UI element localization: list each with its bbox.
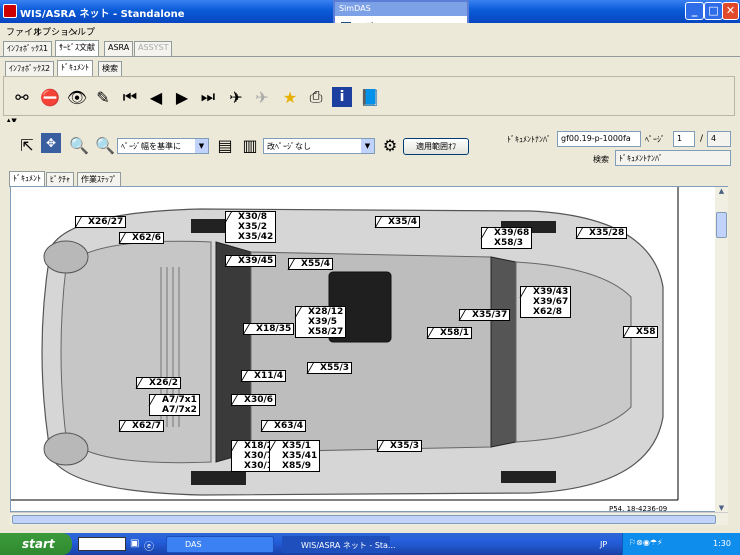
windshield <box>215 241 252 463</box>
rear-window <box>490 256 517 448</box>
fit-page-icon[interactable]: ✥ <box>41 133 61 153</box>
forward-icon: ✈ <box>255 87 269 107</box>
page-total-field: 4 <box>707 131 731 147</box>
single-page-icon[interactable]: ▤ <box>213 133 237 157</box>
tab-infobox2[interactable]: ｲﾝﾌｫﾎﾞｯｸｽ2 <box>5 61 55 76</box>
star-icon[interactable]: ★ <box>278 85 302 109</box>
zoom-out-icon[interactable]: 🔍 <box>67 133 91 157</box>
tab-view-picture[interactable]: ﾋﾟｸﾁｬ <box>46 172 74 187</box>
vertical-scrollbar[interactable]: ▲ ▼ <box>715 187 728 512</box>
first-page-icon[interactable]: ⏮ <box>118 85 142 109</box>
connector-label: X55/4 <box>288 258 334 270</box>
headlight <box>43 432 89 466</box>
menu-help[interactable]: ヘルプ <box>68 25 95 38</box>
connector-label: X35/1 X35/41 X85/9 <box>269 440 321 472</box>
tab-search[interactable]: 検索 <box>98 61 122 76</box>
app-icon <box>3 4 17 18</box>
connector-label: X30/8 X35/2 X35/42 <box>225 211 277 243</box>
connector-label: X58/1 <box>427 327 473 339</box>
connector-label: X11/4 <box>241 370 287 382</box>
popup-title: SimDAS <box>335 2 467 16</box>
tab-infobox1[interactable]: ｲﾝﾌｫﾎﾞｯｸｽ1 <box>3 41 53 56</box>
desktop-icon[interactable]: ▣ <box>130 538 139 549</box>
back-icon[interactable]: ✈ <box>224 85 248 109</box>
tab-asra[interactable]: ASRA <box>104 41 134 56</box>
doc-number-label: ﾄﾞｷｭﾒﾝﾄﾅﾝﾊﾞ <box>507 135 551 144</box>
tab-assyst: ASSYST <box>134 41 173 56</box>
viewer-toolbar: ⇱ ✥ 🔍 🔍 ﾍﾟｰｼﾞ幅を基準に ▼ ▤ ▥ 改ﾍﾟｰｼﾞなし ▼ ⚙ 適用範囲… <box>3 122 735 167</box>
chevron-down-icon: ▼ <box>361 139 374 153</box>
language-indicator[interactable]: JP <box>600 540 607 549</box>
connector-label: X62/7 <box>119 420 165 432</box>
horizontal-scrollbar[interactable] <box>10 512 728 525</box>
page-current-field[interactable]: 1 <box>673 131 695 147</box>
tab-view-document[interactable]: ﾄﾞｷｭﾒﾝﾄ <box>9 171 45 187</box>
main-toolbar: ⚯ ⛔ 👁 ✎ ⏮ ◀ ▶ ⏭ ✈ ✈ ★ ⎙ i 📘 <box>3 76 735 116</box>
connector-label: X39/68 X58/3 <box>481 227 533 249</box>
page-separator: / <box>700 134 704 144</box>
binoculars-icon[interactable]: ⚯ <box>10 85 34 109</box>
maximize-button[interactable]: □ <box>704 2 723 20</box>
headlight <box>43 240 89 274</box>
connector-label: X35/3 <box>377 440 423 452</box>
connector-label: X26/2 <box>136 377 182 389</box>
clock: 1:30 <box>713 539 731 548</box>
select-area-icon[interactable]: ⇱ <box>15 133 39 157</box>
connector-label: X62/6 <box>119 232 165 244</box>
keyboard-icon[interactable] <box>78 537 126 551</box>
connector-label: X55/3 <box>307 362 353 374</box>
scope-icon[interactable]: ⚙ <box>378 133 402 157</box>
zoom-select[interactable]: ﾍﾟｰｼﾞ幅を基準に ▼ <box>117 138 209 154</box>
page-label: ﾍﾟｰｼﾞ <box>645 135 665 144</box>
connector-label: A7/7x1 A7/7x2 <box>149 394 200 416</box>
close-button[interactable]: ✕ <box>722 2 739 20</box>
connector-label: X28/12 X39/5 X58/27 <box>295 306 347 338</box>
tab-service-docs[interactable]: ｻｰﾋﾞｽ文献 <box>55 40 99 56</box>
connector-label: X58 <box>623 326 659 338</box>
window-title: WIS/ASRA ネット - Standalone <box>20 9 185 20</box>
book-icon[interactable]: 📘 <box>358 85 382 109</box>
connector-label: X30/6 <box>231 394 277 406</box>
search-field[interactable]: ﾄﾞｷｭﾒﾝﾄﾅﾝﾊﾞ <box>615 150 731 166</box>
page-break-select[interactable]: 改ﾍﾟｰｼﾞなし ▼ <box>263 138 375 154</box>
connector-label: X18/35 <box>243 323 295 335</box>
doc-number-field[interactable]: gf00.19-p-1000fa <box>557 131 641 147</box>
connector-label: X26/27 <box>75 216 127 228</box>
connector-label: X39/45 <box>225 255 277 267</box>
zoom-in-icon[interactable]: 🔍 <box>93 133 117 157</box>
connector-label: X63/4 <box>261 420 307 432</box>
task-wis-asra[interactable]: WIS/ASRA ネット - Sta... <box>282 536 396 553</box>
task-das[interactable]: DAS <box>166 536 274 553</box>
chevron-down-icon: ▼ <box>195 139 208 153</box>
print-icon[interactable]: ⎙ <box>304 85 328 109</box>
search-label: 検索 <box>593 155 609 164</box>
start-button[interactable]: start <box>0 533 72 555</box>
tire <box>191 471 246 485</box>
edit-icon[interactable]: ✎ <box>91 85 115 109</box>
document-viewer[interactable]: X26/27 X62/6 X30/8 X35/2 X35/42 X35/4 X3… <box>10 186 728 513</box>
next-page-icon[interactable]: ▶ <box>170 85 194 109</box>
apply-scope-button[interactable]: 適用範囲ｵﾌ <box>403 138 469 155</box>
minimize-button[interactable]: _ <box>685 2 704 20</box>
info-icon[interactable]: i <box>332 87 352 107</box>
system-tray: ⚐⊗◉☂⚡ 1:30 <box>622 533 740 555</box>
menu-bar: ファイル オプション ヘルプ <box>0 23 740 39</box>
prev-page-icon[interactable]: ◀ <box>144 85 168 109</box>
ie-icon[interactable]: ⓔ <box>144 538 154 553</box>
connector-label: X35/37 <box>459 309 511 321</box>
eye-icon[interactable]: 👁 <box>65 85 89 109</box>
connector-label: X35/4 <box>375 216 421 228</box>
last-page-icon[interactable]: ⏭ <box>196 85 220 109</box>
tire <box>501 471 556 483</box>
tab-view-worksteps[interactable]: 作業ｽﾃｯﾌﾟ <box>77 172 121 187</box>
tray-icons[interactable]: ⚐⊗◉☂⚡ <box>629 538 663 547</box>
tab-document[interactable]: ﾄﾞｷｭﾒﾝﾄ <box>57 60 93 76</box>
multi-page-icon[interactable]: ▥ <box>238 133 262 157</box>
connector-label: X39/43 X39/67 X62/8 <box>520 286 572 318</box>
connector-label: X35/28 <box>576 227 628 239</box>
stop-icon: ⛔ <box>40 87 60 107</box>
